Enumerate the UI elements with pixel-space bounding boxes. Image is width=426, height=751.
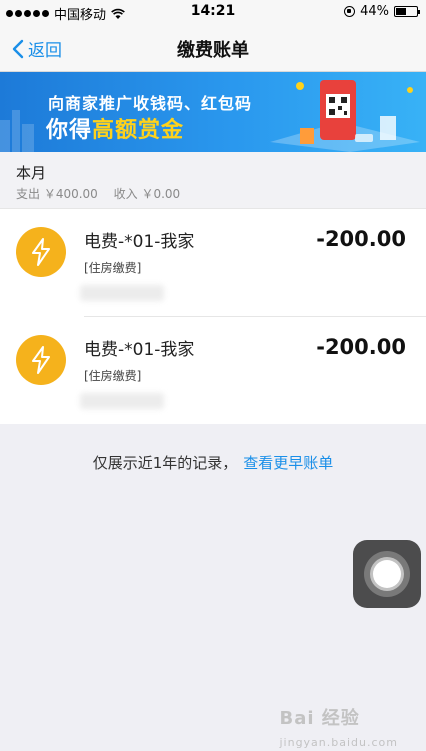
bill-icon — [16, 335, 66, 385]
nav-bar: 返回 缴费账单 — [0, 24, 426, 72]
blurred-date — [80, 393, 164, 409]
bill-amount: -200.00 — [316, 335, 406, 359]
bill-icon — [16, 227, 66, 277]
bill-category: [住房缴费] — [84, 261, 142, 275]
assistive-ring-inner — [373, 560, 401, 588]
month-title: 本月 — [16, 164, 47, 182]
blurred-date — [80, 285, 164, 301]
assistive-touch-button[interactable] — [353, 540, 421, 608]
battery-group: 44% — [344, 4, 420, 19]
status-bar: 中国移动 14:21 44% — [0, 0, 426, 24]
battery-icon — [394, 6, 420, 17]
battery-percent: 44% — [360, 4, 389, 19]
page-title: 缴费账单 — [177, 40, 249, 61]
promo-banner[interactable]: 向商家推广收钱码、红包码 你得高额赏金 — [0, 72, 426, 152]
month-summary: 本月 支出 ￥400.00 收入 ￥0.00 — [0, 152, 426, 208]
expense-total: 支出 ￥400.00 — [16, 187, 98, 201]
bill-item[interactable]: 电费-*01-我家 [住房缴费] -200.00 — [0, 317, 426, 425]
bill-amount: -200.00 — [316, 227, 406, 251]
bill-list: 电费-*01-我家 [住房缴费] -200.00 电费-*01-我家 [住房缴费… — [0, 208, 426, 424]
bill-name: 电费-*01-我家 — [84, 232, 195, 252]
banner-line-2-prefix: 你得 — [46, 118, 93, 143]
lightning-icon — [32, 238, 50, 266]
records-note: 仅展示近1年的记录， 查看更早账单 — [0, 452, 426, 473]
bill-item[interactable]: 电费-*01-我家 [住房缴费] -200.00 — [0, 209, 426, 317]
income-total: 收入 ￥0.00 — [113, 187, 181, 201]
banner-highlight: 高额赏金 — [92, 118, 185, 143]
watermark: Bai 经验 jingyan.baidu.com — [279, 704, 398, 751]
banner-line-2: 你得高额赏金 — [46, 112, 184, 144]
records-note-text: 仅展示近1年的记录， — [92, 454, 238, 472]
bill-name: 电费-*01-我家 — [84, 340, 195, 360]
month-totals: 支出 ￥400.00 收入 ￥0.00 — [16, 185, 192, 202]
rotation-lock-icon — [344, 6, 356, 17]
bill-category: [住房缴费] — [84, 369, 142, 383]
view-earlier-bills-link[interactable]: 查看更早账单 — [243, 454, 333, 472]
watermark-url: jingyan.baidu.com — [279, 736, 398, 749]
banner-line-1: 向商家推广收钱码、红包码 — [48, 94, 253, 113]
lightning-icon — [32, 346, 50, 374]
watermark-text: Bai 经验 — [279, 708, 360, 729]
